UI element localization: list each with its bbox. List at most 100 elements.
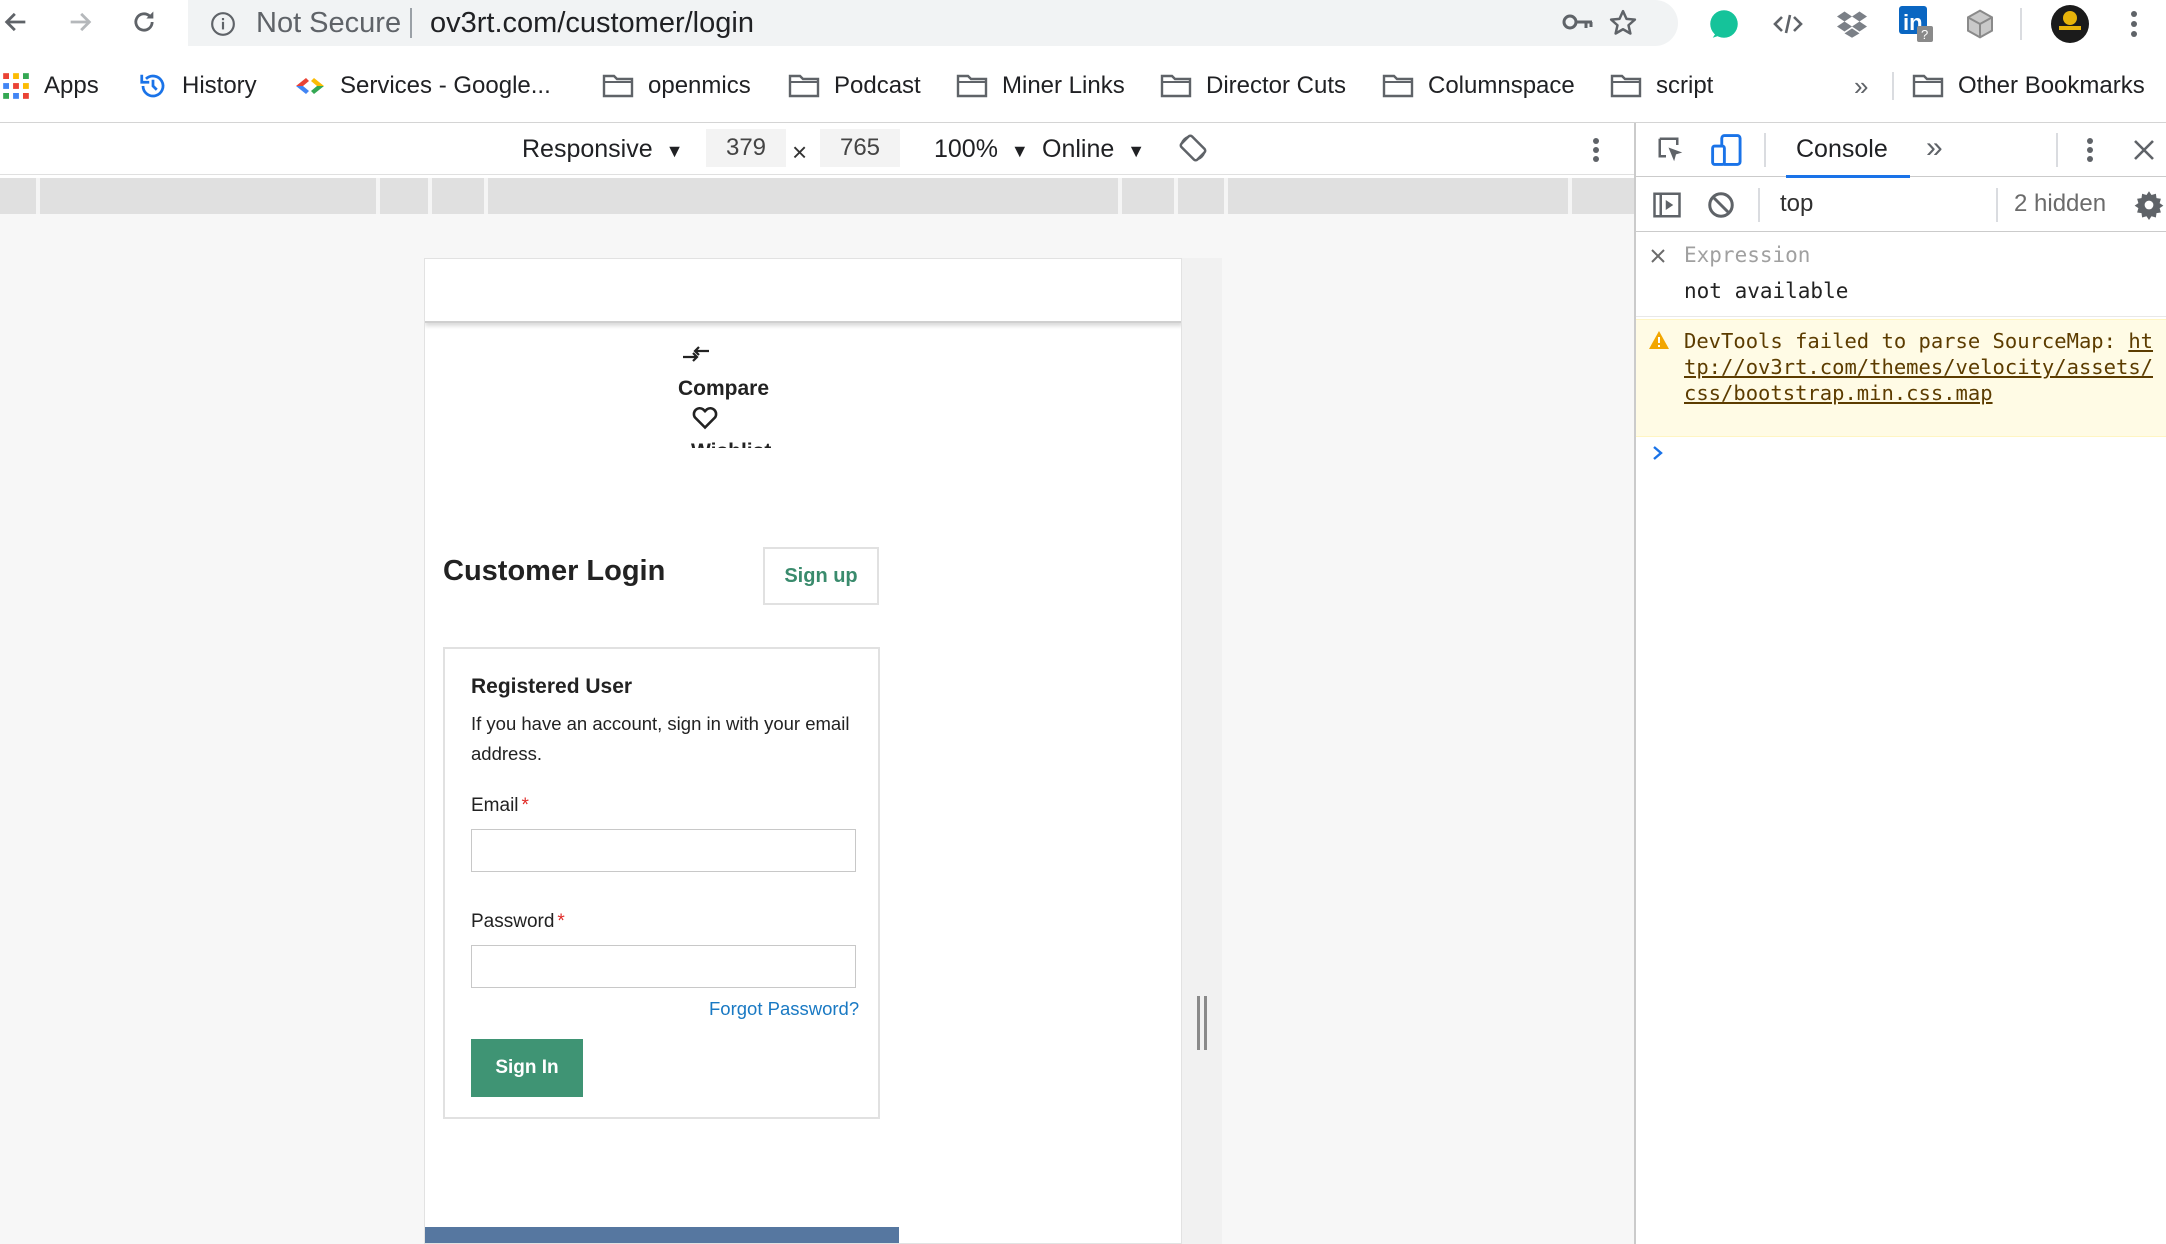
required-marker: * (557, 911, 565, 932)
dropdown-arrow-icon: ▼ (1010, 141, 1029, 161)
devtools-panel: Console » top 2 hidden Expression not av… (1634, 123, 2166, 1244)
bookmark-history[interactable]: History (138, 66, 257, 106)
registered-user-title: Registered User (471, 675, 633, 698)
viewport-height-input[interactable]: 765 (820, 129, 900, 167)
star-icon[interactable] (1608, 8, 1638, 38)
tab-separator (1764, 133, 1766, 167)
bookmark-label: Other Bookmarks (1958, 72, 2145, 99)
remove-expression-icon[interactable] (1650, 248, 1666, 264)
browser-toolbar: Not Secure ov3rt.com/customer/login in? (0, 0, 2166, 48)
rotate-icon[interactable] (1178, 133, 1208, 163)
inspect-element-icon[interactable] (1656, 135, 1686, 165)
forward-arrow-icon (70, 12, 92, 32)
zoom-select[interactable]: 100% ▼ (934, 135, 1029, 164)
folder-icon (602, 74, 634, 98)
sidebar-toggle-icon[interactable] (1652, 190, 1682, 220)
network-throttle-select[interactable]: Online ▼ (1042, 135, 1145, 164)
registered-user-panel: Registered User If you have an account, … (443, 647, 880, 1119)
filter-separator (1758, 188, 1760, 222)
bookmark-label: Director Cuts (1206, 72, 1347, 99)
password-label: Password * (471, 911, 565, 933)
hidden-messages-count[interactable]: 2 hidden (2014, 190, 2106, 218)
media-query-segment[interactable] (488, 178, 1122, 214)
folder-icon (1610, 74, 1642, 98)
media-query-segment[interactable] (0, 178, 40, 214)
live-expression-row: Expression not available (1636, 233, 2166, 317)
history-icon (140, 74, 165, 98)
prompt-chevron-icon (1653, 446, 1663, 460)
bookmark-miner-links[interactable]: Miner Links (956, 66, 1125, 106)
settings-gear-icon[interactable] (2134, 190, 2164, 220)
dropbox-extension-icon[interactable] (1832, 4, 1872, 44)
linkedin-extension-icon[interactable]: in? (1896, 4, 1936, 44)
sign-in-button[interactable]: Sign In (471, 1039, 583, 1097)
warning-text: DevTools failed to parse SourceMap: http… (1684, 328, 2154, 406)
media-query-segment[interactable] (1178, 178, 1228, 214)
cube-extension-icon[interactable] (1960, 4, 2000, 44)
bookmark-director-cuts[interactable]: Director Cuts (1160, 66, 1346, 106)
folder-icon (956, 74, 988, 98)
viewport-gutter (1182, 258, 1222, 1244)
devtools-menu-icon[interactable] (2086, 137, 2094, 163)
dropdown-arrow-icon: ▼ (1127, 141, 1146, 161)
context-selector[interactable]: top (1780, 190, 1813, 218)
sign-up-button[interactable]: Sign up (763, 547, 879, 605)
clear-console-icon[interactable] (1706, 190, 1736, 220)
more-tabs-button[interactable]: » (1926, 131, 1943, 165)
device-toggle-icon[interactable] (1710, 133, 1744, 167)
bookmark-label: Services - Google... (340, 72, 551, 99)
folder-icon (1160, 74, 1192, 98)
viewport-width-input[interactable]: 379 (706, 129, 786, 167)
bookmark-label: Podcast (834, 72, 921, 99)
forgot-password-link[interactable]: Forgot Password? (709, 998, 859, 1020)
site-footer-bar (425, 1227, 899, 1243)
close-icon[interactable] (2132, 138, 2156, 162)
toolbar-separator (2020, 8, 2022, 40)
bookmark-apps[interactable]: Apps (2, 66, 99, 106)
bookmark-label: Miner Links (1002, 72, 1125, 99)
console-prompt[interactable] (1650, 443, 1666, 463)
compare-icon[interactable] (681, 343, 711, 365)
bookmark-columnspace[interactable]: Columnspace (1382, 66, 1575, 106)
warning-icon (1648, 330, 1670, 350)
bookmarks-overflow-button[interactable]: » (1854, 66, 1868, 106)
info-icon[interactable] (210, 11, 236, 37)
profile-avatar[interactable] (2050, 4, 2090, 44)
media-query-segment[interactable] (40, 178, 380, 214)
dimension-times-label: × (792, 137, 808, 167)
forward-button[interactable] (60, 2, 100, 42)
chrome-menu-icon[interactable] (2114, 4, 2154, 44)
media-query-segment[interactable] (1572, 178, 1634, 214)
media-query-segment[interactable] (380, 178, 432, 214)
url-text[interactable]: ov3rt.com/customer/login (430, 7, 754, 40)
media-query-segment[interactable] (1228, 178, 1572, 214)
grammarly-extension-icon[interactable] (1704, 4, 1744, 44)
tab-console[interactable]: Console (1796, 135, 1888, 164)
expression-label[interactable]: Expression (1684, 243, 1810, 267)
security-label[interactable]: Not Secure (256, 7, 401, 40)
bookmark-other-bookmarks[interactable]: Other Bookmarks (1912, 66, 2145, 106)
address-bar[interactable]: Not Secure ov3rt.com/customer/login (188, 0, 1678, 46)
bookmark-services-google[interactable]: Services - Google... (294, 66, 551, 106)
viewport-resize-handle[interactable] (1196, 996, 1208, 1050)
reload-button[interactable] (124, 2, 164, 42)
password-field[interactable] (471, 945, 856, 988)
media-query-segment[interactable] (432, 178, 488, 214)
key-icon[interactable] (1562, 8, 1594, 36)
svg-text:?: ? (1921, 27, 1928, 42)
bookmark-openmics[interactable]: openmics (602, 66, 751, 106)
wishlist-link[interactable]: Wishlist (691, 439, 771, 448)
back-button[interactable] (0, 2, 36, 42)
email-field[interactable] (471, 829, 856, 872)
device-toolbar-menu-icon[interactable] (1592, 137, 1600, 163)
bookmark-podcast[interactable]: Podcast (788, 66, 921, 106)
heart-icon[interactable] (691, 404, 719, 430)
compare-link[interactable]: Compare (678, 377, 769, 401)
code-extension-icon[interactable] (1768, 4, 1808, 44)
reload-icon (134, 11, 154, 32)
bookmark-script[interactable]: script (1610, 66, 1713, 106)
zoom-label: 100% (934, 135, 998, 163)
media-query-segment[interactable] (1122, 178, 1178, 214)
device-mode-select[interactable]: Responsive ▼ (522, 135, 683, 164)
google-services-icon (296, 78, 324, 94)
